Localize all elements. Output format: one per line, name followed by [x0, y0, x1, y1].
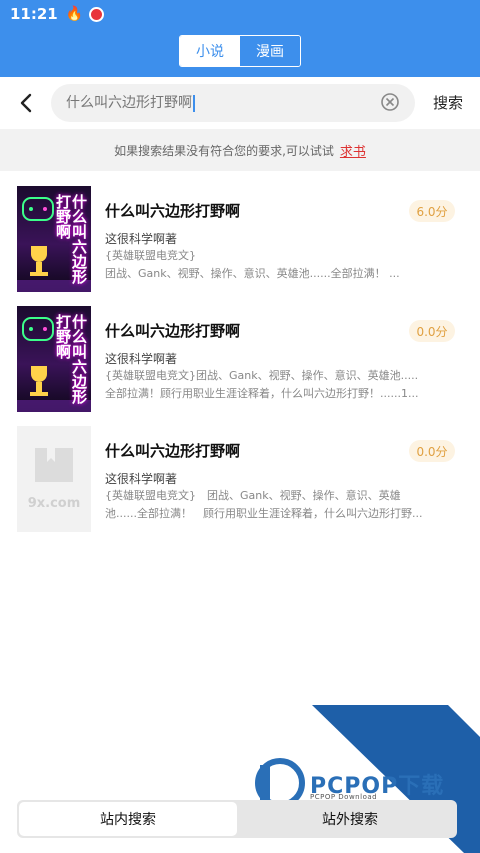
- book-description: {英雄联盟电竞文} 团战、Gank、视野、操作、意识、英雄 池......全部拉…: [105, 487, 435, 525]
- desc-line: {英雄联盟电竞文}团战、Gank、视野、操作、意识、英雄池.....: [105, 369, 419, 382]
- book-title[interactable]: 什么叫六边形打野啊: [105, 440, 240, 461]
- desc-line: 池......全部拉满！ 顾行用职业生涯诠释着，什么叫六边形打野...: [105, 507, 423, 520]
- search-query-value: 什么叫六边形打野啊: [66, 95, 192, 111]
- book-result-item[interactable]: 什么叫六边形打野啊 什么叫六边形打野啊 这很科学啊著 {英雄联盟电竞文}团战、G…: [17, 306, 467, 416]
- status-bar: 11:21 🔥: [0, 0, 480, 28]
- notification-badge-icon: [89, 6, 105, 22]
- score-badge: 0.0分: [409, 320, 455, 342]
- cover-title: 什么叫六边形打野啊: [54, 194, 88, 284]
- search-query-text[interactable]: 什么叫六边形打野啊: [66, 92, 195, 114]
- desc-line: 团战、Gank、视野、操作、意识、英雄池......全部拉满！ ...: [105, 267, 400, 280]
- book-cover-placeholder[interactable]: 9x.com: [17, 426, 91, 532]
- placeholder-logo-text: 9x.com: [27, 496, 81, 511]
- book-result-item[interactable]: 9x.com 什么叫六边形打野啊 这很科学啊著 {英雄联盟电竞文} 团战、Gan…: [17, 426, 467, 536]
- book-result-item[interactable]: 什么叫六边形打野啊 什么叫六边形打野啊 这很科学啊著 {英雄联盟电竞文} 团战、…: [17, 186, 467, 296]
- search-button[interactable]: 搜索: [433, 92, 463, 114]
- text-cursor: [193, 94, 195, 112]
- book-author: 这很科学啊著: [105, 232, 178, 246]
- book-description: {英雄联盟电竞文}团战、Gank、视野、操作、意识、英雄池..... 全部拉满！…: [105, 367, 435, 405]
- desc-line: {英雄联盟电竞文}: [105, 249, 196, 262]
- back-arrow-icon[interactable]: [14, 90, 38, 116]
- book-author: 这很科学啊著: [105, 472, 178, 486]
- tip-text: 如果搜索结果没有符合您的要求,可以试试: [114, 143, 334, 158]
- score-badge: 0.0分: [409, 440, 455, 462]
- tab-external-search[interactable]: 站外搜索: [245, 802, 455, 836]
- desc-line: 全部拉满！顾行用职业生涯诠释着，什么叫六边形打野！......1...: [105, 387, 419, 400]
- status-time: 11:21: [10, 5, 58, 23]
- tab-novel[interactable]: 小说: [180, 36, 240, 66]
- tab-site-search[interactable]: 站内搜索: [19, 802, 237, 836]
- score-badge: 6.0分: [409, 200, 455, 222]
- book-title[interactable]: 什么叫六边形打野啊: [105, 200, 240, 221]
- top-header: 11:21 🔥 小说 漫画: [0, 0, 480, 77]
- request-book-link[interactable]: 求书: [340, 141, 366, 160]
- tip-bar: 如果搜索结果没有符合您的要求,可以试试 求书: [0, 129, 480, 171]
- book-cover[interactable]: 什么叫六边形打野啊: [17, 186, 91, 292]
- book-title[interactable]: 什么叫六边形打野啊: [105, 320, 240, 341]
- cover-title: 什么叫六边形打野啊: [54, 314, 88, 404]
- desc-line: {英雄联盟电竞文} 团战、Gank、视野、操作、意识、英雄: [105, 489, 401, 502]
- tab-comic[interactable]: 漫画: [240, 36, 300, 66]
- book-author: 这很科学啊著: [105, 352, 178, 366]
- placeholder-book-icon: [35, 448, 73, 482]
- clear-icon[interactable]: [380, 92, 400, 112]
- book-cover[interactable]: 什么叫六边形打野啊: [17, 306, 91, 412]
- category-switch: 小说 漫画: [179, 35, 301, 67]
- book-description: {英雄联盟电竞文} 团战、Gank、视野、操作、意识、英雄池......全部拉满…: [105, 247, 435, 285]
- flame-icon: 🔥: [65, 6, 84, 22]
